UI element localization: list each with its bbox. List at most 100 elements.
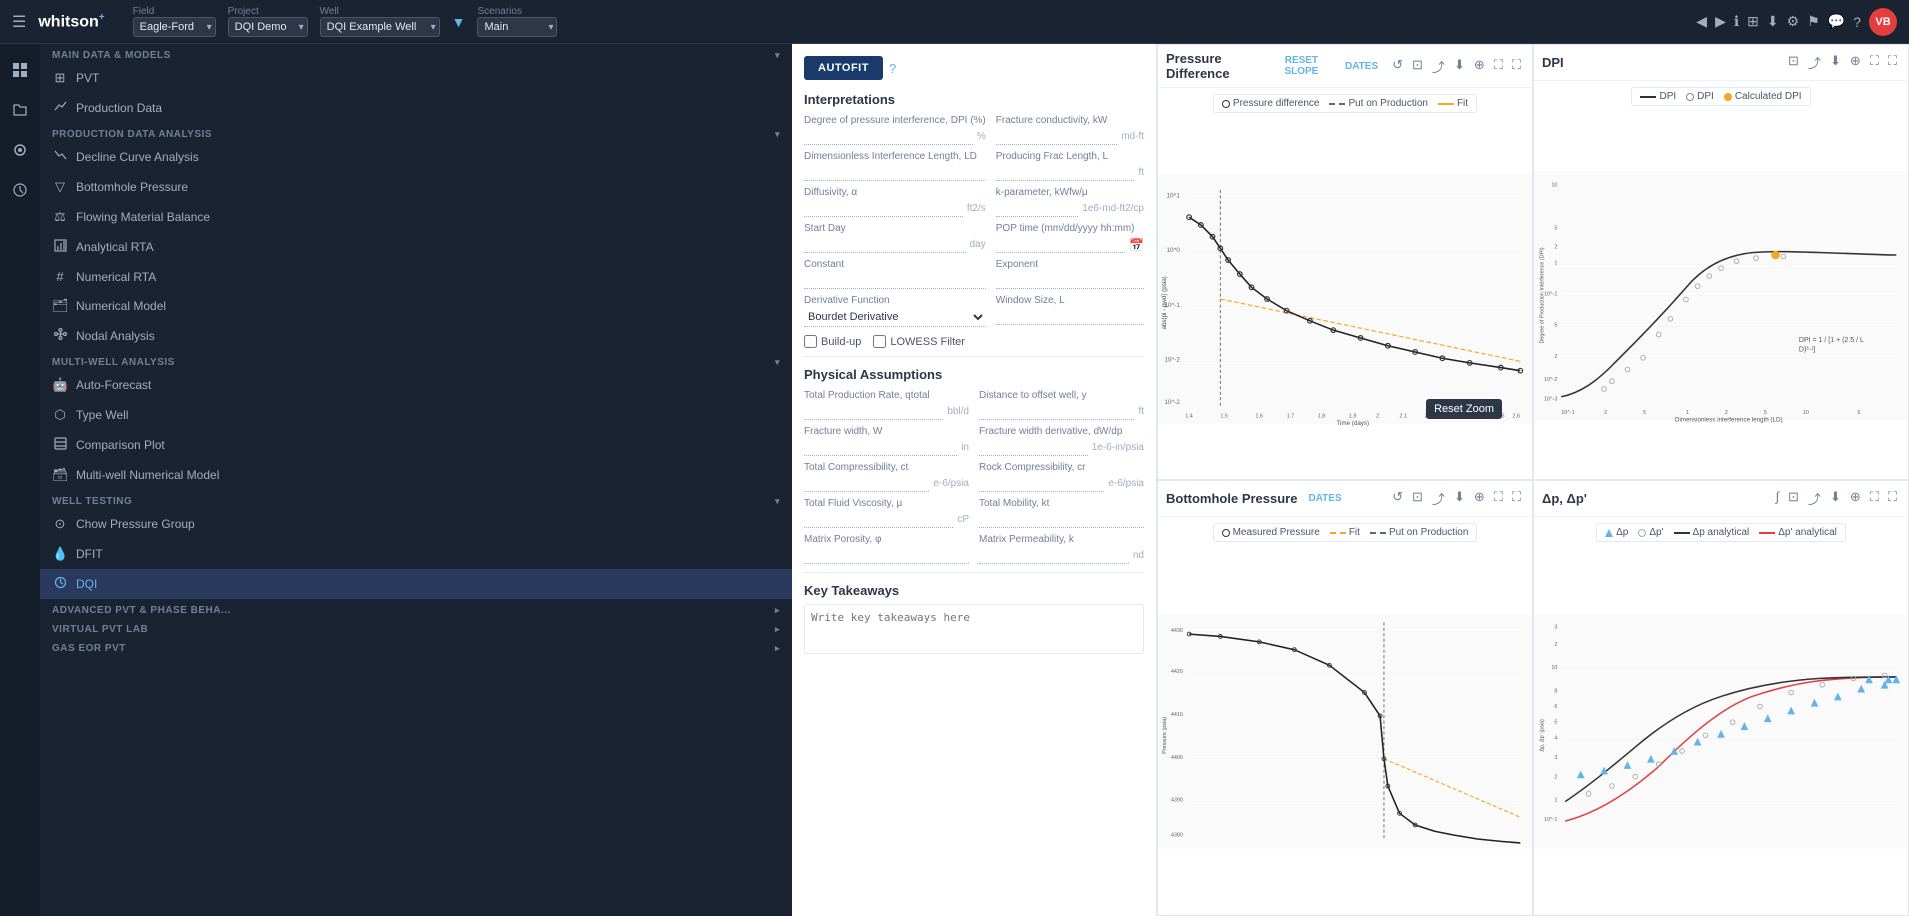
sidebar-item-dqi[interactable]: DQI	[40, 569, 792, 599]
k-param-input[interactable]: 5	[996, 200, 1079, 217]
bh-zoom-icon[interactable]: ⊕	[1471, 487, 1488, 510]
dpi-expand-icon[interactable]: ⛶	[1867, 51, 1882, 74]
deriv-func-select[interactable]: Bourdet Derivative	[804, 308, 986, 327]
buildup-checkbox-label[interactable]: Build-up	[804, 335, 861, 348]
matrix-porosity-input[interactable]: 0.05	[804, 547, 969, 564]
flag-icon[interactable]: ⚑	[1807, 13, 1820, 30]
dp-function-icon[interactable]: ∫	[1772, 487, 1782, 510]
download-icon[interactable]: ⬇	[1767, 13, 1779, 30]
total-compress-input[interactable]: 6.8	[804, 475, 929, 492]
diffusivity-input[interactable]: 100	[804, 200, 963, 217]
pressure-diff-dates-button[interactable]: DATES	[1340, 59, 1383, 74]
sidebar-item-production-data[interactable]: Production Data	[40, 93, 792, 123]
offset-dist-input[interactable]: 1000	[979, 403, 1134, 420]
pd-download-icon[interactable]: ⬇	[1451, 55, 1468, 78]
sidebar-item-auto-forecast[interactable]: 🤖 Auto-Forecast	[40, 370, 792, 400]
frac-width-input[interactable]: 0.03	[804, 439, 957, 456]
dpi-download-icon[interactable]: ⬇	[1827, 51, 1844, 74]
sidebar-item-numerical-rta[interactable]: # Numerical RTA	[40, 262, 792, 291]
dpi-fullscreen-icon[interactable]: ⛶	[1885, 51, 1900, 74]
matrix-perm-input[interactable]: 200	[979, 547, 1129, 564]
dpi-input[interactable]: 96.24	[804, 128, 973, 145]
dpi-zoom-icon[interactable]: ⊕	[1847, 51, 1864, 74]
total-viscosity-input[interactable]: 0.31	[804, 511, 953, 528]
dim-length-input[interactable]: 7.12	[804, 164, 986, 181]
info-icon[interactable]: ℹ	[1734, 13, 1739, 30]
window-size-input[interactable]: 0.2	[996, 308, 1144, 325]
bh-copy-icon[interactable]: ⊡	[1409, 487, 1426, 510]
section-virt-pvt-chevron[interactable]: ▸	[775, 624, 780, 635]
sidebar-item-numerical-model[interactable]: 🗂 Numerical Model	[40, 291, 792, 321]
exponent-input[interactable]: 1.21	[996, 272, 1144, 289]
user-avatar[interactable]: VB	[1869, 8, 1897, 36]
well-selector[interactable]: Well DQI Example Well	[320, 6, 440, 37]
help-icon[interactable]: ?	[1853, 14, 1861, 30]
dp-zoom-icon[interactable]: ⊕	[1847, 487, 1864, 510]
rail-wells[interactable]	[2, 132, 38, 168]
bh-refresh-icon[interactable]: ↺	[1389, 487, 1406, 510]
frac-length-input[interactable]: 3558.88	[996, 164, 1135, 181]
lowess-checkbox-label[interactable]: LOWESS Filter	[873, 335, 965, 348]
menu-icon[interactable]: ☰	[12, 12, 26, 32]
dp-expand-icon[interactable]: ⛶	[1867, 487, 1882, 510]
sidebar-item-nodal[interactable]: Nodal Analysis	[40, 321, 792, 351]
section-chevron[interactable]: ▾	[775, 50, 780, 61]
bh-share-icon[interactable]: ⤴	[1429, 487, 1448, 510]
calendar-icon[interactable]: 📅	[1129, 238, 1144, 252]
total-rate-input[interactable]: 1000	[804, 403, 943, 420]
frac-deriv-input[interactable]: 5.15	[979, 439, 1088, 456]
sidebar-item-pvt[interactable]: ⊞ PVT	[40, 63, 792, 93]
dpi-share-icon[interactable]: ⤴	[1805, 51, 1824, 74]
rail-scenarios[interactable]	[2, 172, 38, 208]
pd-share-icon[interactable]: ⤴	[1429, 55, 1448, 78]
pd-refresh-icon[interactable]: ↺	[1389, 55, 1406, 78]
section-pda-chevron[interactable]: ▾	[775, 129, 780, 140]
settings-icon[interactable]: ⚙	[1787, 13, 1800, 30]
rail-projects[interactable]	[2, 92, 38, 128]
field-selector[interactable]: Field Eagle-Ford	[133, 6, 216, 37]
sidebar-item-comparison[interactable]: Comparison Plot	[40, 430, 792, 460]
sidebar-item-dfit[interactable]: 💧 DFIT	[40, 539, 792, 569]
section-testing-chevron[interactable]: ▾	[775, 496, 780, 507]
sidebar-item-multi-numerical[interactable]: 🗃 Multi-well Numerical Model	[40, 460, 792, 490]
dp-fullscreen-icon[interactable]: ⛶	[1885, 487, 1900, 510]
section-adv-pvt-chevron[interactable]: ▸	[775, 605, 780, 616]
sidebar-item-type-well[interactable]: ⬡ Type Well	[40, 400, 792, 430]
bottomhole-dates-button[interactable]: DATES	[1303, 491, 1346, 506]
forward-icon[interactable]: ▶	[1715, 13, 1726, 30]
pd-zoom-icon[interactable]: ⊕	[1471, 55, 1488, 78]
pd-expand-icon[interactable]: ⛶	[1491, 55, 1506, 78]
sidebar-item-analytical-rta[interactable]: Analytical RTA	[40, 232, 792, 262]
dp-share-icon[interactable]: ⤴	[1805, 487, 1824, 510]
pd-copy-icon[interactable]: ⊡	[1409, 55, 1426, 78]
autofit-button[interactable]: AUTOFIT	[804, 56, 883, 80]
sidebar-item-decline[interactable]: Decline Curve Analysis	[40, 142, 792, 172]
bh-download-icon[interactable]: ⬇	[1451, 487, 1468, 510]
total-mobility-input[interactable]: 1	[979, 511, 1144, 528]
frac-cond-input[interactable]: 184.63	[996, 128, 1117, 145]
key-takeaways-textarea[interactable]	[804, 604, 1144, 654]
autofit-help-icon[interactable]: ?	[889, 61, 896, 76]
chat-icon[interactable]: 💬	[1828, 13, 1845, 30]
dp-copy-icon[interactable]: ⊡	[1785, 487, 1802, 510]
grid-icon[interactable]: ⊞	[1747, 13, 1759, 30]
field-select[interactable]: Eagle-Ford	[133, 17, 216, 37]
dpi-copy-icon[interactable]: ⊡	[1785, 51, 1802, 74]
reset-slope-button[interactable]: RESET SLOPE	[1269, 53, 1334, 79]
sidebar-item-fmb[interactable]: ⚖ Flowing Material Balance	[40, 202, 792, 232]
scenarios-select[interactable]: Main	[477, 17, 557, 37]
start-day-input[interactable]: 1.48	[804, 236, 966, 253]
project-selector[interactable]: Project DQI Demo	[228, 6, 308, 37]
dp-download-icon[interactable]: ⬇	[1827, 487, 1844, 510]
pd-fullscreen-icon[interactable]: ⛶	[1509, 55, 1524, 78]
scenarios-selector[interactable]: Scenarios Main	[477, 6, 557, 37]
rock-compress-input[interactable]: 4	[979, 475, 1104, 492]
lowess-checkbox[interactable]	[873, 335, 886, 348]
buildup-checkbox[interactable]	[804, 335, 817, 348]
project-select[interactable]: DQI Demo	[228, 17, 308, 37]
bh-fullscreen-icon[interactable]: ⛶	[1509, 487, 1524, 510]
sidebar-item-bottomhole[interactable]: ▽ Bottomhole Pressure	[40, 172, 792, 202]
back-icon[interactable]: ◀	[1696, 13, 1707, 30]
section-gas-eor-chevron[interactable]: ▸	[775, 643, 780, 654]
sidebar-item-chow[interactable]: ⊙ Chow Pressure Group	[40, 509, 792, 539]
